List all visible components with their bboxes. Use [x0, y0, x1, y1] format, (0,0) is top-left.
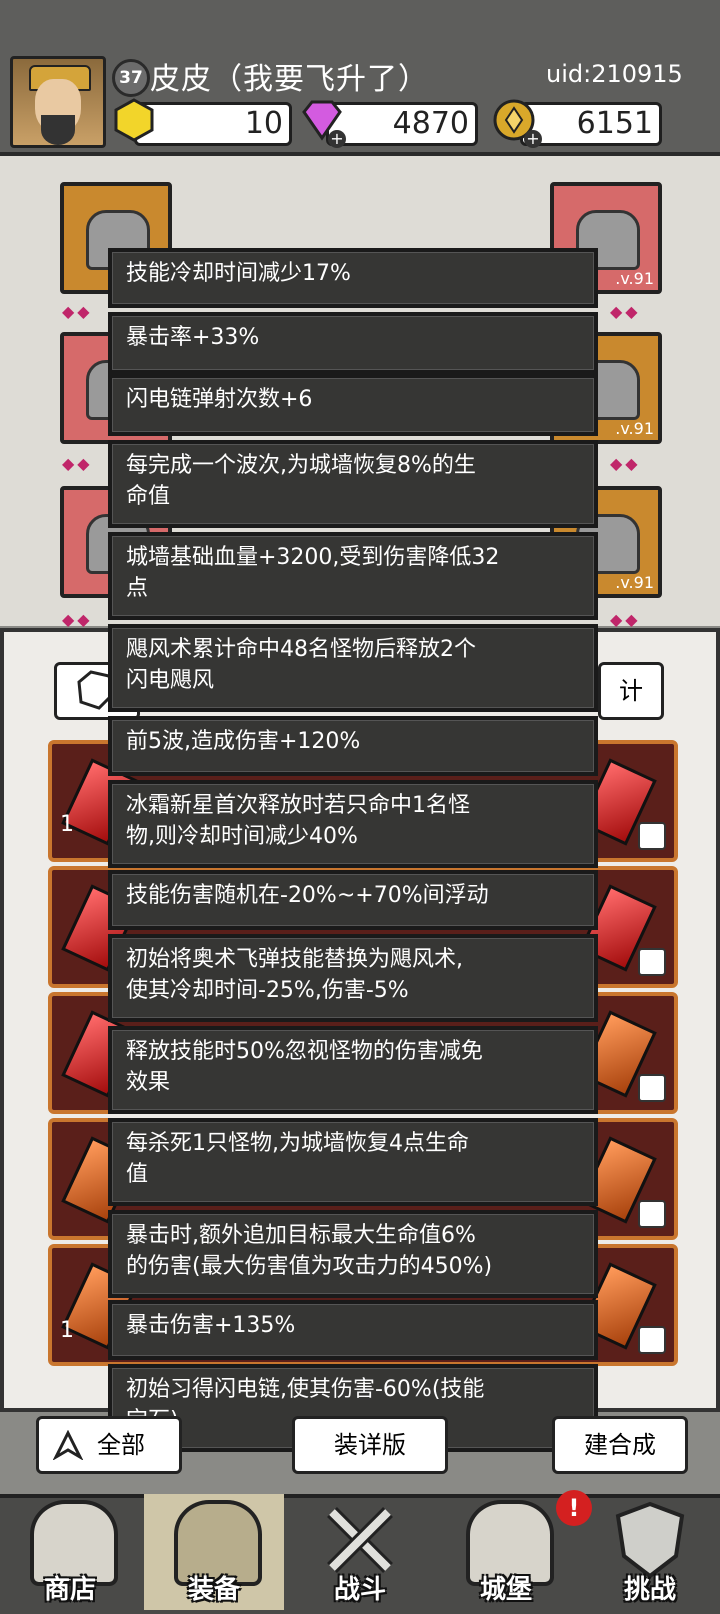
affix-tooltip: 飓风术累计命中48名怪物后释放2个 闪电飓风 — [108, 624, 598, 712]
slot-level: .v.91 — [615, 419, 654, 438]
filter-all-button[interactable]: 全部 — [36, 1416, 182, 1474]
nav-shop[interactable]: 商店 — [0, 1494, 140, 1610]
crossed-swords-icon — [327, 1507, 393, 1573]
ring-mini-icon — [638, 1074, 666, 1102]
slot-rarity-dots: ◆◆ — [610, 454, 641, 473]
gem-counter: 4870 — [326, 102, 478, 146]
stats-button[interactable]: 计 — [598, 662, 664, 720]
affix-tooltip: 每完成一个波次,为城墙恢复8%的生 命值 — [108, 440, 598, 528]
slot-rarity-dots: ◆◆ — [62, 454, 93, 473]
helmet-mini-icon — [638, 948, 666, 976]
gold-gem-icon — [114, 98, 154, 142]
affix-tooltip: 冰霜新星首次释放时若只命中1名怪 物,则冷却时间减少40% — [108, 780, 598, 868]
add-gems-button[interactable]: + — [328, 130, 346, 148]
affix-tooltip: 暴击率+33% — [108, 312, 598, 374]
slot-level: .v.91 — [615, 573, 654, 592]
boots-mini-icon — [638, 822, 666, 850]
affix-tooltip: 前5波,造成伤害+120% — [108, 716, 598, 776]
affix-tooltip: 初始将奥术飞弹技能替换为飓风术, 使其冷却时间-25%,伤害-5% — [108, 934, 598, 1022]
arrow-up-icon — [53, 1430, 83, 1460]
nav-label: 战斗 — [333, 1575, 386, 1605]
affix-tooltip: 技能冷却时间减少17% — [108, 248, 598, 308]
filter-label: 全部 — [97, 1431, 145, 1459]
nav-battle[interactable]: 战斗 — [290, 1494, 430, 1610]
avatar-beard — [41, 115, 75, 145]
gold-counter: 10 — [134, 102, 292, 146]
slot-rarity-dots: ◆◆ — [610, 302, 641, 321]
armor-mini-icon — [638, 1200, 666, 1228]
affix-tooltip: 暴击伤害+135% — [108, 1300, 598, 1360]
mid-action-button[interactable]: 装详版 — [292, 1416, 448, 1474]
affix-tooltip: 闪电链弹射次数+6 — [108, 374, 598, 436]
affix-tooltip: 城墙基础血量+3200,受到伤害降低32 点 — [108, 532, 598, 620]
nav-label: 城堡 — [479, 1575, 532, 1605]
nav-challenge[interactable]: 挑战 — [580, 1494, 720, 1610]
quick-merge-button[interactable]: 建合成 — [552, 1416, 688, 1474]
shield-icon — [615, 1501, 685, 1579]
level-badge: 37 — [112, 59, 150, 97]
slot-rarity-dots: ◆◆ — [62, 610, 93, 629]
slot-rarity-dots: ◆◆ — [610, 610, 641, 629]
affix-tooltip: 暴击时,额外追加目标最大生命值6% 的伤害(最大伤害值为攻击力的450%) — [108, 1210, 598, 1298]
affix-tooltip: 每杀死1只怪物,为城墙恢复4点生命 值 — [108, 1118, 598, 1206]
slot-rarity-dots: ◆◆ — [62, 302, 93, 321]
boots-mini-icon — [638, 1326, 666, 1354]
nav-castle[interactable]: 城堡 — [436, 1494, 576, 1610]
gem-count: 1 — [60, 812, 74, 837]
slot-level: .v.91 — [615, 269, 654, 288]
nav-equipment[interactable]: 装备 — [144, 1494, 284, 1610]
player-name: 皮皮（我要飞升了） — [150, 62, 429, 97]
add-coins-button[interactable]: + — [524, 130, 542, 148]
nav-label: 装备 — [187, 1575, 240, 1605]
affix-tooltip: 释放技能时50%忽视怪物的伤害减免 效果 — [108, 1026, 598, 1114]
gem-count: 1 — [60, 1318, 74, 1343]
player-uid: uid:210915 — [546, 60, 683, 88]
player-avatar[interactable] — [10, 56, 106, 148]
nav-label: 挑战 — [623, 1575, 676, 1605]
nav-label: 商店 — [43, 1575, 96, 1605]
affix-tooltip: 技能伤害随机在-20%~+70%间浮动 — [108, 870, 598, 930]
